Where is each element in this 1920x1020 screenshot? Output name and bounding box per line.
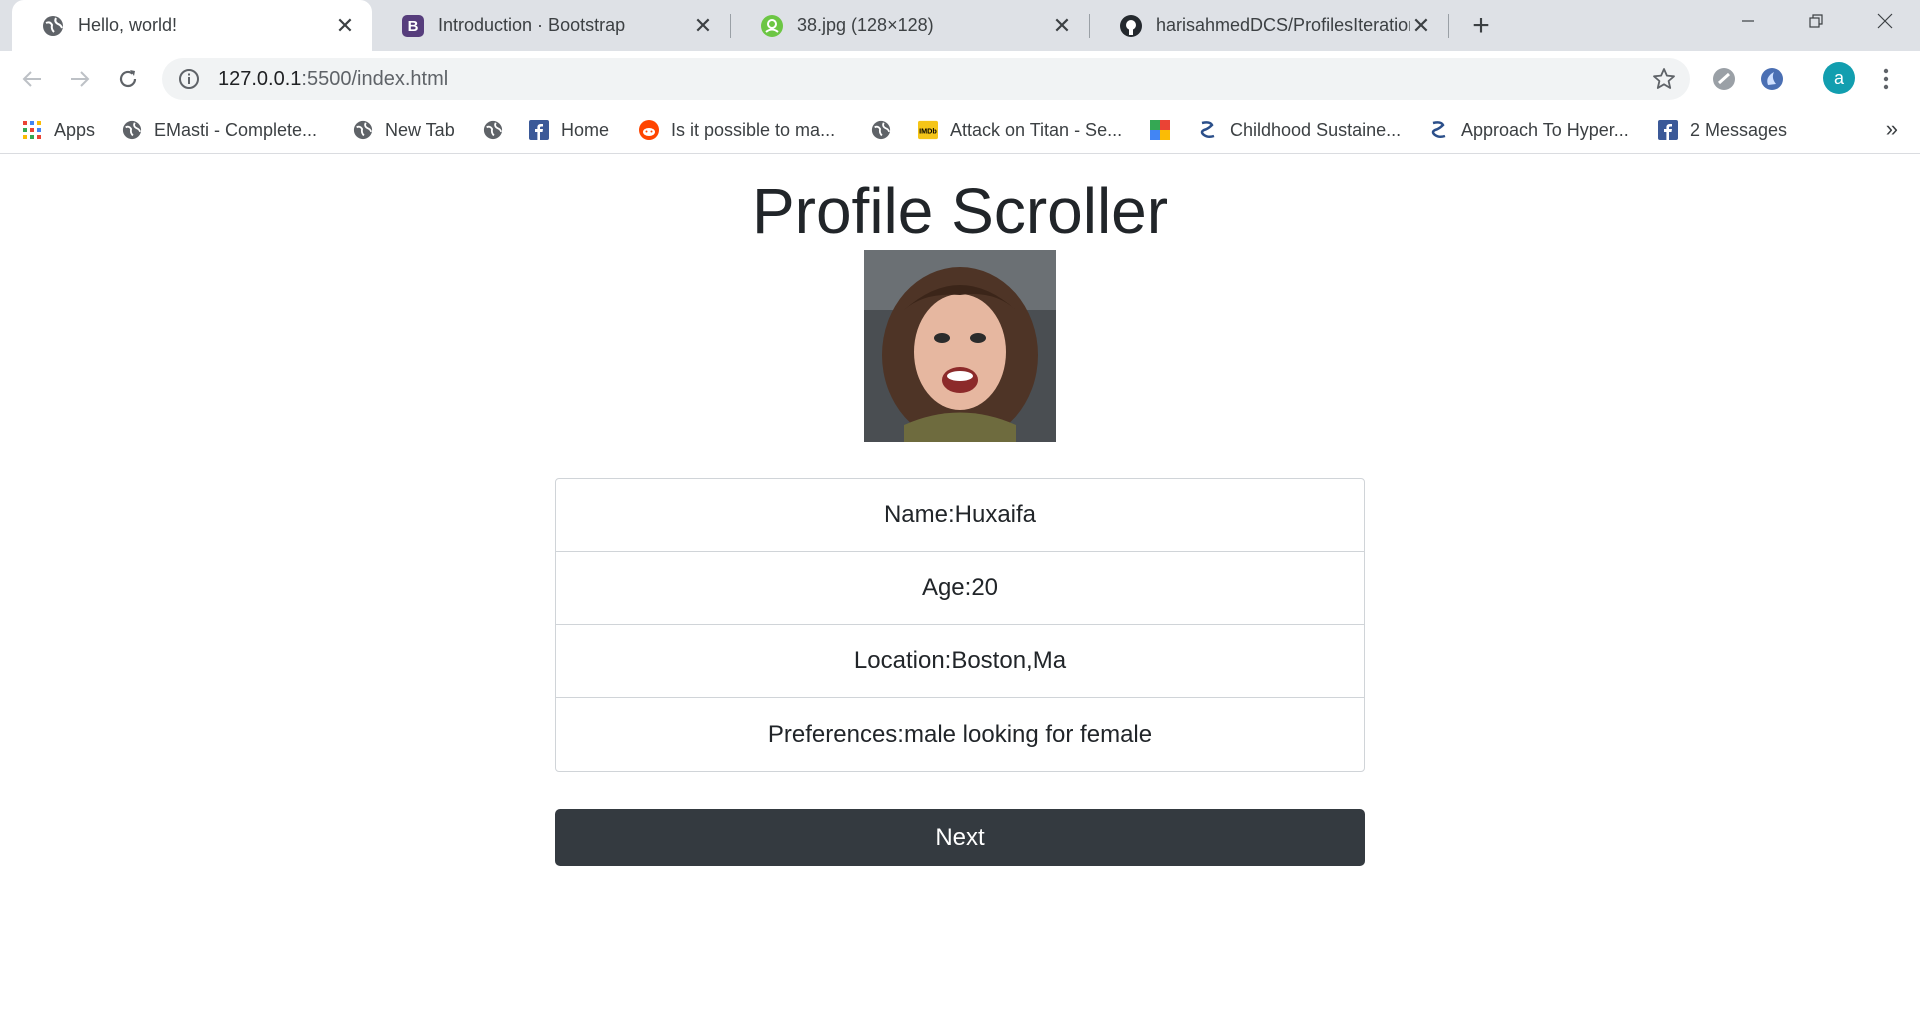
next-button[interactable]: Next — [555, 809, 1365, 866]
tab-title: harisahmedDCS/ProfilesIteration — [1156, 15, 1410, 35]
close-icon[interactable]: ✕ — [692, 13, 714, 38]
more-vert-icon — [1883, 68, 1889, 90]
svg-text:IMDb: IMDb — [919, 127, 937, 136]
image-viewer-icon — [761, 14, 783, 37]
globe-icon — [871, 120, 891, 140]
bookmark-reddit[interactable]: Is it possible to ma... — [639, 116, 835, 144]
bookmark-star-icon[interactable] — [1652, 67, 1676, 91]
reload-icon — [119, 70, 137, 88]
bookmark-colorful[interactable] — [1150, 116, 1182, 144]
github-icon — [1120, 14, 1142, 37]
reddit-icon — [639, 120, 659, 140]
browser-toolbar: 127.0.0.1:5500/index.html a — [0, 51, 1920, 106]
bookmark-label: New Tab — [385, 119, 455, 140]
bookmark-new-tab[interactable]: New Tab — [353, 116, 455, 144]
back-button[interactable] — [16, 63, 48, 95]
tab-title: Introduction · Bootstrap — [438, 15, 626, 35]
forward-arrow-icon — [71, 71, 90, 87]
bookmark-label: Is it possible to ma... — [671, 119, 836, 140]
restore-button[interactable] — [1783, 0, 1849, 42]
bookmark-label: EMasti - Complete... — [154, 119, 318, 140]
tab-strip: Hello, world! ✕ B Introduction · Bootstr… — [0, 0, 1920, 51]
colorful-square-icon — [1150, 120, 1170, 140]
bookmark-imdb[interactable]: IMDb Attack on Titan - Se... — [918, 116, 1122, 144]
address-bar[interactable]: 127.0.0.1:5500/index.html — [162, 58, 1690, 100]
tab-title: 38.jpg (128×128) — [797, 15, 934, 35]
bookmark-label: Attack on Titan - Se... — [950, 119, 1123, 140]
back-arrow-icon — [22, 71, 41, 87]
tab-hello-world[interactable]: Hello, world! ✕ — [12, 0, 372, 51]
bookmark-globe[interactable] — [483, 116, 515, 144]
close-icon[interactable]: ✕ — [1051, 13, 1073, 38]
profile-preferences: Preferences:male looking for female — [767, 720, 1153, 748]
forward-button[interactable] — [64, 63, 96, 95]
bookmarks-bar: Apps EMasti - Complete... New Tab Home I… — [0, 106, 1920, 154]
bookmark-label: Home — [561, 119, 610, 140]
bookmark-globe[interactable] — [871, 116, 903, 144]
globe-icon — [353, 120, 373, 140]
facebook-icon — [529, 120, 549, 140]
bookmark-label: Approach To Hyper... — [1461, 119, 1629, 140]
close-icon[interactable]: ✕ — [1410, 13, 1432, 38]
bookmark-label: 2 Messages — [1690, 119, 1788, 140]
bookmarks-overflow-button[interactable]: » — [1886, 116, 1898, 142]
svg-text:B: B — [408, 18, 419, 35]
site-info-icon[interactable] — [178, 68, 200, 90]
restore-icon — [1809, 14, 1823, 28]
avatar[interactable]: a — [1823, 62, 1855, 94]
link-chain-icon — [1429, 120, 1449, 140]
facebook-icon — [1658, 120, 1678, 140]
tab-title: Hello, world! — [78, 15, 178, 35]
bookmark-approach[interactable]: Approach To Hyper... — [1429, 116, 1629, 144]
profile-photo — [864, 250, 1056, 442]
profile-name: Name:Huxaifa — [556, 479, 1364, 552]
tab-github[interactable]: harisahmedDCS/ProfilesIteration ✕ — [1090, 0, 1448, 51]
extension-button[interactable] — [1708, 63, 1740, 95]
link-chain-icon — [1198, 120, 1218, 140]
profile-age: Age:20 — [556, 552, 1364, 625]
extension-icon — [1761, 68, 1783, 90]
tab-bootstrap[interactable]: B Introduction · Bootstrap ✕ — [372, 0, 730, 51]
extension-button[interactable] — [1756, 63, 1788, 95]
extension-icon — [1713, 68, 1735, 90]
bookmark-label: Childhood Sustaine... — [1230, 119, 1402, 140]
globe-icon — [122, 120, 142, 140]
browser-menu-button[interactable] — [1870, 63, 1902, 95]
profile-location: Location:Boston,Ma — [556, 625, 1364, 698]
page-content: Profile Scroller Name:Huxaifa Age:20 Loc… — [0, 154, 1920, 1020]
bookmark-facebook-home[interactable]: Home — [529, 116, 609, 144]
close-window-icon — [1877, 13, 1893, 29]
close-icon[interactable]: ✕ — [334, 13, 356, 38]
minimize-icon — [1742, 20, 1754, 22]
imdb-icon: IMDb — [918, 120, 938, 140]
url-text: 127.0.0.1:5500/index.html — [218, 67, 449, 90]
globe-icon — [483, 120, 503, 140]
minimize-button[interactable] — [1715, 0, 1781, 42]
bookmark-apps[interactable]: Apps — [22, 116, 95, 144]
bookmark-messages[interactable]: 2 Messages — [1658, 116, 1787, 144]
bootstrap-icon: B — [402, 14, 424, 37]
page-title: Profile Scroller — [751, 175, 1169, 247]
reload-button[interactable] — [112, 63, 144, 95]
apps-grid-icon — [22, 120, 42, 140]
profile-details-list: Name:Huxaifa Age:20 Location:Boston,Ma P… — [555, 478, 1365, 772]
new-tab-button[interactable]: + — [1464, 9, 1498, 43]
tab-separator — [1448, 14, 1449, 38]
bookmark-childhood[interactable]: Childhood Sustaine... — [1198, 116, 1401, 144]
tab-image[interactable]: 38.jpg (128×128) ✕ — [731, 0, 1089, 51]
bookmark-emasti[interactable]: EMasti - Complete... — [122, 116, 317, 144]
bookmark-label: Apps — [54, 119, 96, 140]
globe-icon — [42, 15, 64, 37]
close-window-button[interactable] — [1852, 0, 1918, 42]
